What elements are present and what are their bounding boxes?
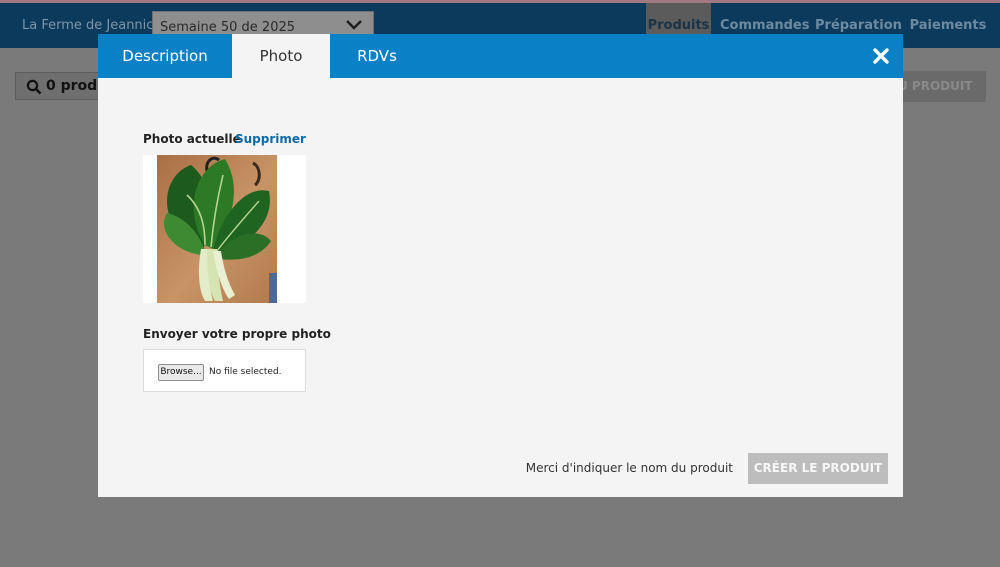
product-photo xyxy=(143,155,306,303)
delete-photo-link[interactable]: Supprimer xyxy=(235,132,306,146)
modal-tab-bar: Description Photo RDVs xyxy=(98,34,903,78)
upload-photo-label: Envoyer votre propre photo xyxy=(143,327,331,341)
photo-file-input: Browse... No file selected. xyxy=(143,349,306,392)
tab-photo[interactable]: Photo xyxy=(232,34,330,78)
tab-description[interactable]: Description xyxy=(98,34,232,78)
search-icon xyxy=(26,79,42,95)
farm-name[interactable]: La Ferme de Jeannick xyxy=(22,18,161,33)
browse-button[interactable]: Browse... xyxy=(158,364,204,381)
file-status: No file selected. xyxy=(209,367,282,377)
close-icon[interactable] xyxy=(871,46,891,66)
week-select-value: Semaine 50 de 2025 xyxy=(160,20,296,35)
product-modal: Description Photo RDVs Photo actuelle Su… xyxy=(98,34,903,497)
tab-rdvs[interactable]: RDVs xyxy=(330,34,424,78)
validation-hint: Merci d'indiquer le nom du produit xyxy=(525,461,733,475)
chevron-down-icon xyxy=(346,20,362,30)
nav-paiements[interactable]: Paiements xyxy=(908,3,988,48)
create-product-button[interactable]: CRÉER LE PRODUIT xyxy=(748,453,888,484)
current-photo-label: Photo actuelle xyxy=(143,132,241,146)
chard-photo-image xyxy=(157,155,277,303)
